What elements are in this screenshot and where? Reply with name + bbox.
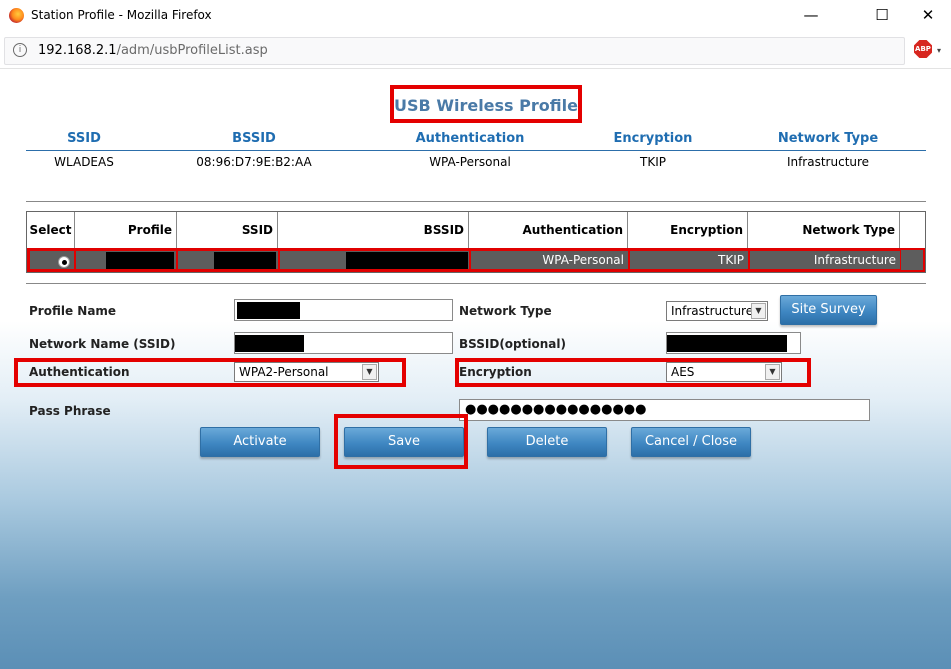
bssid-input[interactable]: [666, 332, 801, 354]
chevron-down-icon[interactable]: ▾: [937, 46, 941, 55]
pass-phrase-label: Pass Phrase: [29, 404, 111, 418]
form-divider: [26, 283, 926, 284]
cancel-close-button[interactable]: Cancel / Close: [631, 427, 751, 457]
address-bar-container: i 192.168.2.1/adm/usbProfileList.asp ABP…: [0, 32, 951, 69]
table-header-bssid: BSSID: [278, 212, 469, 249]
address-bar[interactable]: i 192.168.2.1/adm/usbProfileList.asp: [4, 37, 905, 65]
redacted-block: [106, 252, 174, 269]
summary-divider: [26, 150, 926, 151]
summary-header-encryption: Encryption: [613, 131, 693, 146]
url-path: /adm/usbProfileList.asp: [116, 43, 268, 58]
bssid-optional-label: BSSID(optional): [459, 337, 566, 351]
page-title: USB Wireless Profile: [390, 85, 582, 123]
summary-bssid: 08:96:D7:9E:B2:AA: [196, 155, 312, 169]
save-button[interactable]: Save: [344, 427, 464, 457]
profile-table: Select Profile SSID BSSID Authentication…: [26, 211, 926, 273]
summary-network-type: Infrastructure: [786, 155, 870, 169]
summary-encryption: TKIP: [640, 155, 666, 169]
profile-name-label: Profile Name: [29, 304, 117, 318]
authentication-value: WPA2-Personal: [239, 365, 329, 379]
table-cell-authentication: WPA-Personal: [470, 250, 629, 270]
network-type-value: Infrastructure: [671, 304, 754, 318]
network-name-input[interactable]: [234, 332, 453, 354]
encryption-select[interactable]: AES ▼: [666, 362, 782, 382]
redacted-block: [214, 252, 276, 269]
network-name-label: Network Name (SSID): [29, 337, 176, 351]
table-cell-ssid: [177, 250, 279, 270]
activate-button[interactable]: Activate: [200, 427, 320, 457]
window-title: Station Profile - Mozilla Firefox: [31, 8, 212, 22]
table-header-encryption: Encryption: [628, 212, 748, 249]
summary-header-authentication: Authentication: [415, 131, 525, 146]
table-header-network-type: Network Type: [748, 212, 900, 249]
chevron-down-icon[interactable]: ▼: [751, 303, 766, 319]
section-divider: [26, 201, 926, 202]
table-row[interactable]: WPA-Personal TKIP Infrastructure: [27, 248, 925, 272]
table-cell-select[interactable]: [29, 250, 75, 270]
encryption-value: AES: [671, 365, 695, 379]
summary-header-network-type: Network Type: [777, 131, 879, 146]
network-type-label: Network Type: [459, 304, 552, 318]
delete-button[interactable]: Delete: [487, 427, 607, 457]
info-icon[interactable]: i: [13, 43, 27, 57]
redacted-block: [667, 335, 787, 352]
redacted-block: [237, 302, 300, 319]
authentication-label: Authentication: [29, 365, 130, 379]
page-content: USB Wireless Profile SSID BSSID Authenti…: [0, 69, 951, 669]
redacted-block: [346, 252, 468, 269]
redacted-block: [235, 335, 304, 352]
chevron-down-icon[interactable]: ▼: [765, 364, 780, 380]
encryption-label: Encryption: [459, 365, 532, 379]
table-cell-network-type: Infrastructure: [749, 250, 901, 270]
table-header-authentication: Authentication: [469, 212, 628, 249]
summary-authentication: WPA-Personal: [429, 155, 511, 169]
table-header-profile: Profile: [75, 212, 177, 249]
network-type-select[interactable]: Infrastructure ▼: [666, 301, 768, 321]
table-header-ssid: SSID: [177, 212, 278, 249]
site-survey-button[interactable]: Site Survey: [780, 295, 877, 325]
authentication-select[interactable]: WPA2-Personal ▼: [234, 362, 379, 382]
table-cell-encryption: TKIP: [629, 250, 749, 270]
minimize-button[interactable]: —: [788, 0, 834, 32]
summary-header-ssid: SSID: [67, 131, 101, 146]
pass-phrase-input[interactable]: ●●●●●●●●●●●●●●●●: [459, 399, 870, 421]
table-cell-bssid: [279, 250, 470, 270]
profile-name-input[interactable]: [234, 299, 453, 321]
window-titlebar: Station Profile - Mozilla Firefox — ☐ ✕: [0, 0, 951, 32]
close-button[interactable]: ✕: [905, 0, 951, 32]
pass-phrase-masked: ●●●●●●●●●●●●●●●●: [465, 402, 647, 417]
maximize-button[interactable]: ☐: [859, 0, 905, 32]
url-text[interactable]: 192.168.2.1/adm/usbProfileList.asp: [38, 43, 268, 58]
chevron-down-icon[interactable]: ▼: [362, 364, 377, 380]
table-header-select: Select: [27, 212, 75, 249]
firefox-icon: [9, 8, 24, 23]
profile-select-radio[interactable]: [58, 256, 70, 268]
summary-header-bssid: BSSID: [232, 131, 276, 146]
summary-ssid: WLADEAS: [54, 155, 114, 169]
table-cell-profile: [75, 250, 177, 270]
url-host: 192.168.2.1: [38, 43, 117, 58]
adblock-icon[interactable]: ABP: [914, 40, 932, 58]
